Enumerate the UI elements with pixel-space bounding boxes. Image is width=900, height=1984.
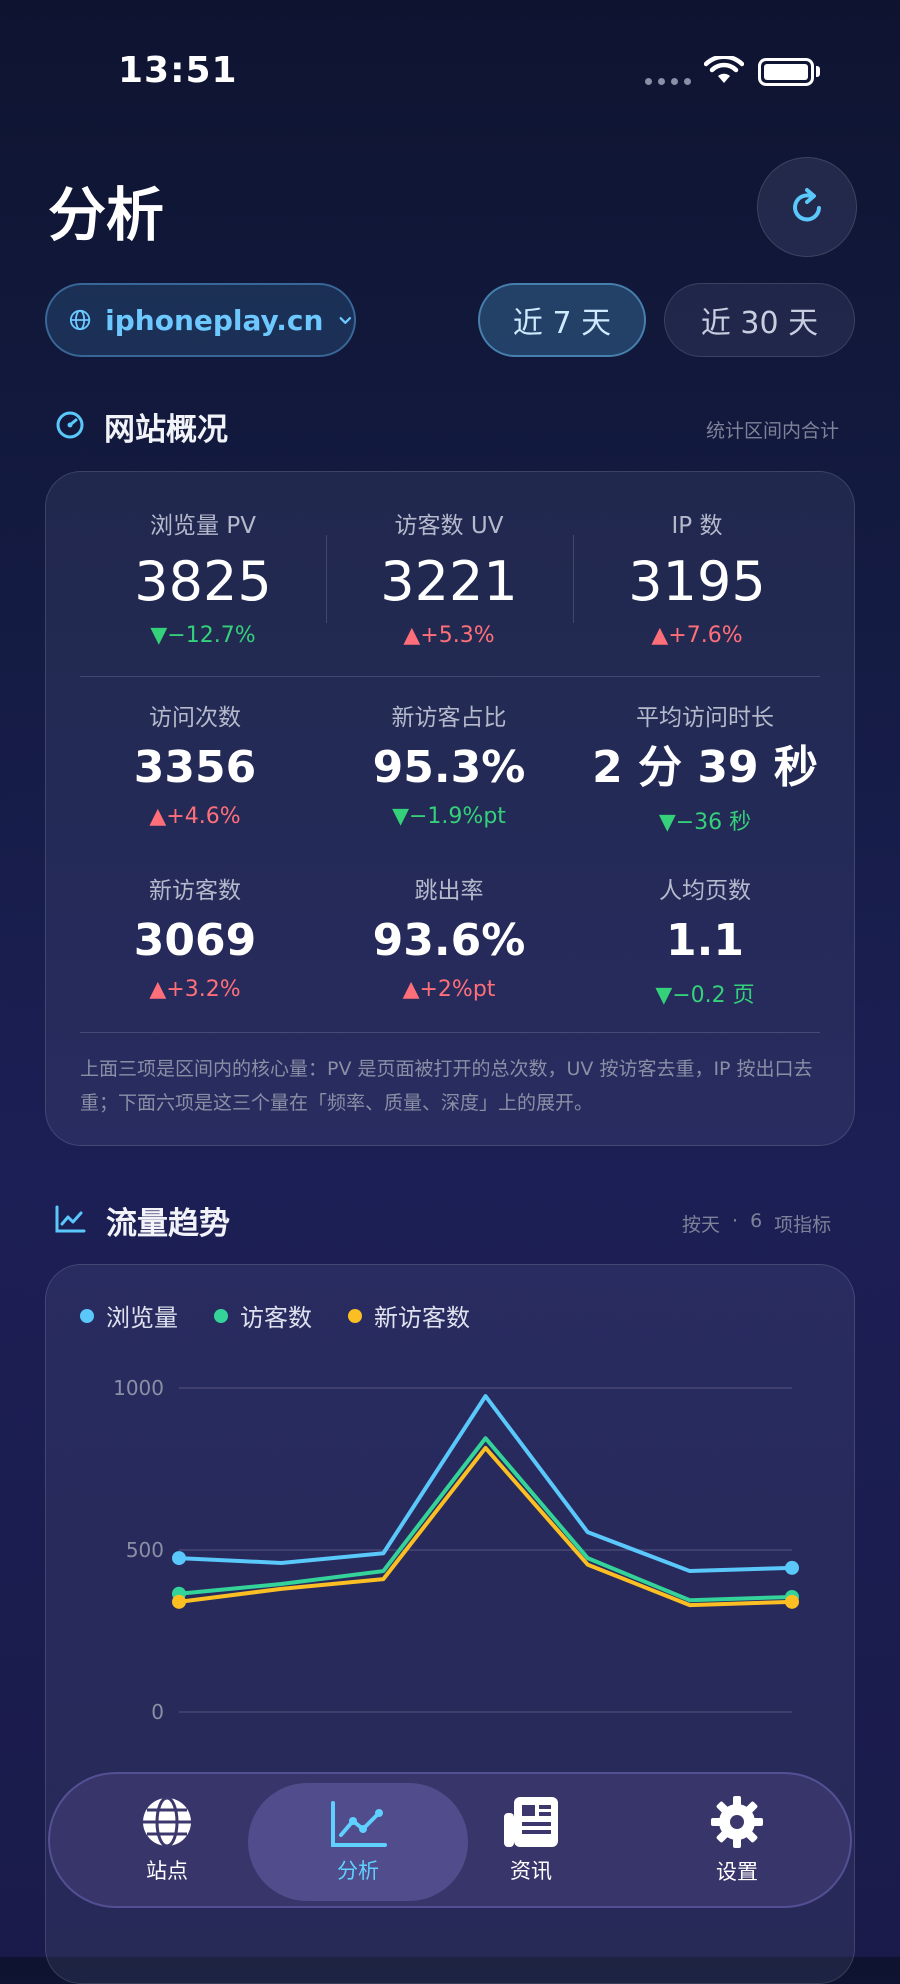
gear-icon — [711, 1796, 763, 1848]
tab-label: 站点 — [146, 1859, 188, 1883]
series-line — [178, 1445, 793, 1608]
y-tick-label: 1000 — [113, 1376, 164, 1400]
globe-icon — [143, 1796, 191, 1848]
series-line — [178, 1394, 793, 1574]
tab-settings[interactable]: 设置 — [642, 1774, 832, 1906]
tab-label: 资讯 — [510, 1859, 552, 1883]
tab-label: 设置 — [716, 1860, 758, 1884]
tab-news[interactable]: 资讯 — [436, 1774, 626, 1906]
y-tick-label: 0 — [151, 1700, 164, 1724]
newspaper-icon — [504, 1797, 558, 1847]
tab-sites[interactable]: 站点 — [72, 1774, 262, 1906]
tab-analytics[interactable]: 分析 — [248, 1783, 468, 1901]
chart-icon — [331, 1801, 387, 1847]
series-point — [172, 1551, 186, 1566]
series-point — [785, 1594, 799, 1609]
trend-chart: 0 500 1000 — [113, 1376, 799, 1724]
tab-label: 分析 — [337, 1859, 379, 1883]
series-line — [178, 1436, 793, 1603]
series-point — [785, 1560, 799, 1575]
series-point — [172, 1594, 186, 1609]
tab-bar: 站点 分析 资讯 设置 — [48, 1772, 852, 1908]
y-tick-label: 500 — [126, 1538, 164, 1562]
